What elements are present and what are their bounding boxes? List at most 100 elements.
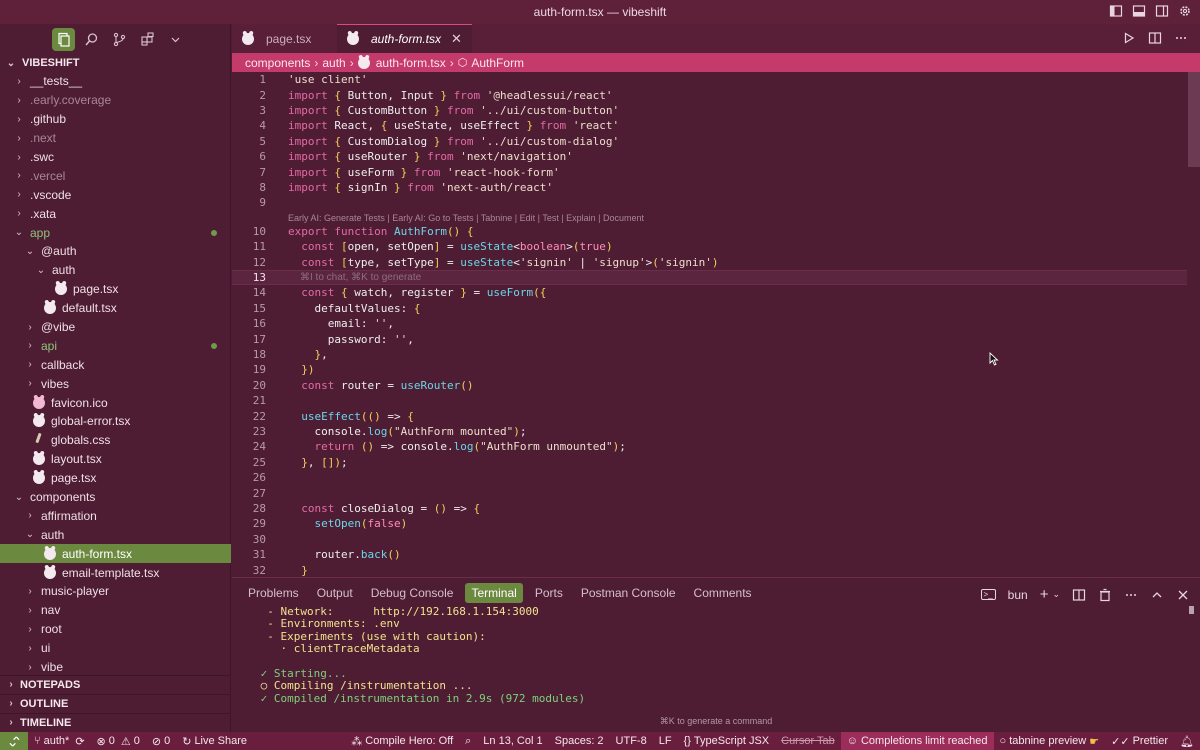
tabnine-status[interactable]: ○ tabnine preview ☛ xyxy=(994,735,1106,748)
code-line[interactable]: 20 const router = useRouter() xyxy=(232,378,1187,393)
more-actions-icon[interactable] xyxy=(1124,588,1138,602)
code-line[interactable]: 16 email: '', xyxy=(232,316,1187,331)
toggle-secondary-sidebar-icon[interactable] xyxy=(1155,4,1169,18)
settings-gear-icon[interactable] xyxy=(1178,4,1192,18)
code-line[interactable]: 32 } xyxy=(232,562,1187,577)
toggle-primary-sidebar-icon[interactable] xyxy=(1109,4,1123,18)
close-icon[interactable] xyxy=(1176,588,1190,602)
explorer-folder[interactable]: › .early.coverage xyxy=(0,91,231,110)
extensions-icon[interactable] xyxy=(136,28,159,51)
panel-tab-comments[interactable]: Comments xyxy=(688,583,758,603)
completions-status[interactable]: ☺ Completions limit reached xyxy=(840,732,994,750)
code-line[interactable]: 21 xyxy=(232,393,1187,408)
tab-page-tsx[interactable]: page.tsx xyxy=(232,24,337,53)
terminal-shell-label[interactable]: bun xyxy=(1008,588,1028,602)
code-line[interactable]: 19 }) xyxy=(232,362,1187,377)
panel-tab-output[interactable]: Output xyxy=(311,583,359,603)
code-line[interactable]: 23 console.log("AuthForm mounted"); xyxy=(232,424,1187,439)
code-line[interactable]: 31 router.back() xyxy=(232,547,1187,562)
explorer-folder[interactable]: ⌄ auth xyxy=(0,261,231,280)
code-line[interactable]: 6 import { useRouter } from 'next/navigat… xyxy=(232,149,1187,164)
code-line[interactable]: 29 setOpen(false) xyxy=(232,516,1187,531)
explorer-folder[interactable]: › music-player xyxy=(0,582,231,601)
code-line[interactable]: 8 import { signIn } from 'next-auth/react… xyxy=(232,180,1187,195)
sidebar-section-timeline[interactable]: › TIMELINE xyxy=(0,712,231,732)
sidebar-section-notepads[interactable]: › NOTEPADS xyxy=(0,675,231,694)
code-lens[interactable]: Early AI: Generate Tests | Early AI: Go … xyxy=(288,213,644,223)
explorer-file[interactable]: layout.tsx xyxy=(0,450,231,469)
toggle-panel-icon[interactable] xyxy=(1132,4,1146,18)
explorer-file[interactable]: default.tsx xyxy=(0,299,231,318)
code-line[interactable]: 28 const closeDialog = () => { xyxy=(232,501,1187,516)
explorer-folder[interactable]: › .vscode xyxy=(0,185,231,204)
code-line[interactable]: 5 import { CustomDialog } from '../ui/cus… xyxy=(232,134,1187,149)
explorer-folder[interactable]: ⌄ auth xyxy=(0,525,231,544)
breadcrumb-item[interactable]: auth xyxy=(322,56,345,70)
close-icon[interactable]: ✕ xyxy=(451,31,462,47)
split-terminal-icon[interactable] xyxy=(1072,588,1086,602)
explorer-folder[interactable]: › vibes xyxy=(0,374,231,393)
code-line[interactable]: 2 import { Button, Input } from '@headles… xyxy=(232,87,1187,102)
code-line[interactable]: 1 'use client' xyxy=(232,72,1187,87)
panel-tab-ports[interactable]: Ports xyxy=(529,583,569,603)
files-icon[interactable] xyxy=(52,27,75,51)
explorer-file[interactable]: auth-form.tsx xyxy=(0,544,231,564)
code-line[interactable]: 12 const [type, setType] = useState<'sig… xyxy=(232,254,1187,269)
explorer-file[interactable]: email-template.tsx xyxy=(0,563,231,582)
explorer-folder[interactable]: › root xyxy=(0,620,231,639)
explorer-folder[interactable]: › vibe xyxy=(0,658,231,677)
language-status[interactable]: {} TypeScript JSX xyxy=(678,735,776,747)
problems-status[interactable]: ⊗ 0 ⚠ 0 xyxy=(91,735,146,748)
explorer-folder[interactable]: › @vibe xyxy=(0,318,231,337)
ports-status[interactable]: ⊘ 0 xyxy=(146,735,176,748)
code-line[interactable]: 25 }, []); xyxy=(232,455,1187,470)
code-line[interactable]: 9 xyxy=(232,195,1187,210)
cursor-position[interactable]: Ln 13, Col 1 xyxy=(477,735,548,747)
terminal-scrollbar[interactable] xyxy=(1189,606,1194,614)
sidebar-section-outline[interactable]: › OUTLINE xyxy=(0,693,231,713)
breadcrumb-item[interactable]: components xyxy=(245,56,310,70)
panel-tab-problems[interactable]: Problems xyxy=(242,583,305,603)
branch-status[interactable]: ⑂ auth* ⟳ xyxy=(28,735,91,748)
code-line[interactable]: 4 import React, { useState, useEffect } f… xyxy=(232,118,1187,133)
prettier-status[interactable]: ✓✓ Prettier xyxy=(1105,735,1174,748)
compile-hero-status[interactable]: ⁂ Compile Hero: Off xyxy=(345,735,459,748)
breadcrumb-item[interactable]: auth-form.tsx xyxy=(376,56,446,70)
notifications-status[interactable]: 🔔︎ xyxy=(1174,735,1200,748)
code-line[interactable]: 15 defaultValues: { xyxy=(232,301,1187,316)
panel-tab-debug-console[interactable]: Debug Console xyxy=(365,583,460,603)
add-terminal-icon[interactable]: + xyxy=(1040,586,1049,603)
code-line[interactable]: 14 const { watch, register } = useForm({ xyxy=(232,285,1187,300)
explorer-file[interactable]: page.tsx xyxy=(0,280,231,299)
more-actions-icon[interactable] xyxy=(1174,31,1188,45)
remote-indicator-icon[interactable] xyxy=(0,732,28,750)
indentation-status[interactable]: Spaces: 2 xyxy=(549,735,610,747)
code-line[interactable]: 17 password: '', xyxy=(232,331,1187,346)
explorer-folder[interactable]: › .swc xyxy=(0,148,231,167)
explorer-folder[interactable]: ⌄ app xyxy=(0,223,231,242)
explorer-file[interactable]: page.tsx xyxy=(0,469,231,488)
source-control-icon[interactable] xyxy=(108,28,131,51)
panel-tab-terminal[interactable]: Terminal xyxy=(465,583,523,603)
chevron-down-icon[interactable] xyxy=(164,28,187,51)
panel-tab-postman-console[interactable]: Postman Console xyxy=(575,583,682,603)
cursor-tab-status[interactable]: Cursor Tab xyxy=(775,735,841,747)
code-line[interactable]: 27 xyxy=(232,485,1187,500)
explorer-file[interactable]: globals.css xyxy=(0,431,231,450)
terminal-output[interactable]: - Network: http://192.168.1.154:3000 - E… xyxy=(254,605,586,705)
split-editor-icon[interactable] xyxy=(1148,31,1162,45)
live-share-status[interactable]: ↻ Live Share xyxy=(176,735,253,748)
code-editor[interactable]: 1 'use client' 2 import { Button, Input } f… xyxy=(232,72,1200,577)
code-line[interactable]: 13 ⌘I to chat, ⌘K to generate xyxy=(232,269,1187,286)
explorer-folder[interactable]: › .github xyxy=(0,110,231,129)
vertical-scrollbar[interactable] xyxy=(1188,72,1200,167)
explorer-folder[interactable]: ⌄ @auth xyxy=(0,242,231,261)
code-line[interactable]: 11 const [open, setOpen] = useState<bool… xyxy=(232,239,1187,254)
explorer-folder[interactable]: ⌄ components xyxy=(0,488,231,507)
code-line[interactable]: 7 import { useForm } from 'react-hook-for… xyxy=(232,164,1187,179)
zoom-status[interactable]: ⌕ xyxy=(459,735,477,748)
explorer-folder[interactable]: › callback xyxy=(0,355,231,374)
code-line[interactable]: 18 }, xyxy=(232,347,1187,362)
code-line[interactable]: 3 import { CustomButton } from '../ui/cus… xyxy=(232,103,1187,118)
explorer-file[interactable]: global-error.tsx xyxy=(0,412,231,431)
